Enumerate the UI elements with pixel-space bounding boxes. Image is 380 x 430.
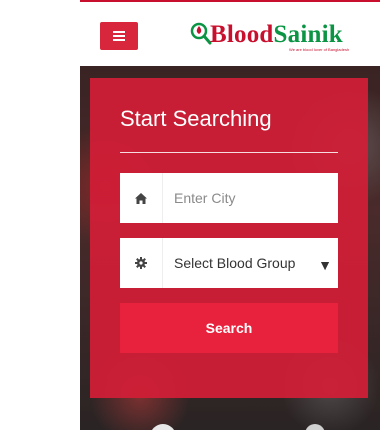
site-header: BloodSainik We are blood lover of Bangla… <box>80 2 380 66</box>
logo-blood-text: Blood <box>210 21 274 48</box>
logo-sainik-text: Sainik <box>273 21 343 48</box>
blood-group-field[interactable]: Select Blood Group ▼ <box>120 238 338 288</box>
logo-tagline: We are blood lover of Bangladesh <box>289 47 350 52</box>
gear-icon <box>135 257 147 269</box>
logo-wordmark: BloodSainik <box>210 20 343 50</box>
background-figure <box>150 424 176 430</box>
page: BloodSainik We are blood lover of Bangla… <box>80 0 380 430</box>
chevron-down-icon: ▼ <box>318 257 332 273</box>
group-icon-cell <box>120 238 163 288</box>
magnifier-drop-icon <box>190 22 212 45</box>
search-card: Start Searching Enter City Select Blood … <box>90 78 368 398</box>
search-card-title: Start Searching <box>120 106 272 131</box>
city-input[interactable]: Enter City <box>163 173 338 223</box>
hero-banner: Start Searching Enter City Select Blood … <box>80 66 380 430</box>
menu-button[interactable] <box>100 22 138 50</box>
background-figure <box>305 424 325 430</box>
city-icon-cell <box>120 173 163 223</box>
hamburger-icon <box>113 31 125 41</box>
blood-group-value: Select Blood Group <box>174 255 296 271</box>
city-placeholder: Enter City <box>174 190 236 206</box>
title-divider <box>120 152 338 153</box>
site-logo[interactable]: BloodSainik We are blood lover of Bangla… <box>190 20 380 60</box>
search-button[interactable]: Search <box>120 303 338 353</box>
city-field[interactable]: Enter City <box>120 173 338 223</box>
blood-group-select[interactable]: Select Blood Group ▼ <box>163 238 338 288</box>
home-icon <box>135 192 147 204</box>
